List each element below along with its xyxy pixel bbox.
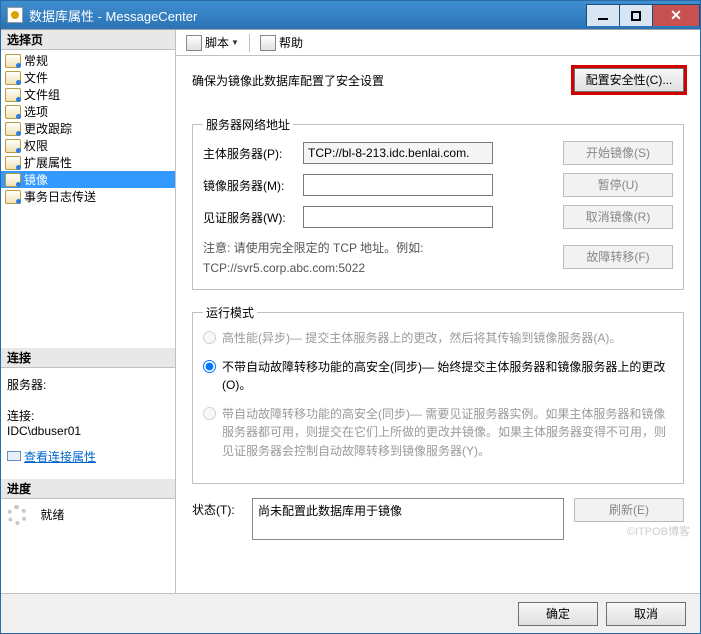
page-label: 文件组	[24, 86, 60, 103]
content: 脚本▼ 帮助 确保为镜像此数据库配置了安全设置 配置安全性(C)... 服务器网…	[176, 30, 700, 593]
start-mirroring-button: 开始镜像(S)	[563, 141, 673, 165]
app-icon	[7, 7, 23, 23]
progress-block: 就绪	[1, 499, 175, 531]
status-value: 尚未配置此数据库用于镜像	[258, 504, 402, 518]
witness-input[interactable]	[303, 206, 493, 228]
mode-high-performance-radio	[203, 331, 216, 344]
page-label: 选项	[24, 103, 48, 120]
ok-button[interactable]: 确定	[518, 602, 598, 626]
page-icon	[5, 71, 21, 85]
page-item-extendedprops[interactable]: 扩展属性	[1, 154, 175, 171]
view-connection-link[interactable]: 查看连接属性	[7, 448, 169, 465]
page-item-filegroups[interactable]: 文件组	[1, 86, 175, 103]
page-label: 扩展属性	[24, 154, 72, 171]
link-icon	[7, 451, 21, 461]
conn-value: IDC\dbuser01	[7, 424, 169, 438]
page-item-permissions[interactable]: 权限	[1, 137, 175, 154]
dropdown-arrow-icon: ▼	[231, 38, 239, 47]
page-icon	[5, 105, 21, 119]
dialog-window: 数据库属性 - MessageCenter ✕ 选择页 常规 文件 文件组 选项…	[0, 0, 701, 634]
help-icon	[260, 35, 276, 51]
page-label: 更改跟踪	[24, 120, 72, 137]
page-icon	[5, 88, 21, 102]
mirror-label: 镜像服务器(M):	[203, 177, 303, 194]
page-label: 事务日志传送	[24, 188, 96, 205]
conn-label: 连接:	[7, 403, 169, 424]
status-box: 尚未配置此数据库用于镜像	[252, 498, 564, 540]
page-item-logshipping[interactable]: 事务日志传送	[1, 188, 175, 205]
mode-high-performance: 高性能(异步)— 提交主体服务器上的更改，然后将其传输到镜像服务器(A)。	[203, 329, 673, 348]
failover-button: 故障转移(F)	[563, 245, 673, 269]
sidebar: 选择页 常规 文件 文件组 选项 更改跟踪 权限 扩展属性 镜像 事务日志传送 …	[1, 30, 176, 593]
server-network-address-legend: 服务器网络地址	[203, 116, 293, 133]
connection-block: 服务器: 连接: IDC\dbuser01 查看连接属性	[1, 368, 175, 469]
mode-high-safety-auto-failover: 带自动故障转移功能的高安全(同步)— 需要见证服务器实例。如果主体服务器和镜像服…	[203, 405, 673, 461]
page-item-changetracking[interactable]: 更改跟踪	[1, 120, 175, 137]
progress-header: 进度	[1, 479, 175, 499]
operating-mode-legend: 运行模式	[203, 304, 257, 321]
window-title: 数据库属性 - MessageCenter	[29, 6, 197, 25]
mode-high-safety-no-failover-label: 不带自动故障转移功能的高安全(同步)— 始终提交主体服务器和镜像服务器上的更改(…	[222, 358, 673, 395]
mode-high-safety-auto-failover-radio	[203, 407, 216, 420]
separator	[249, 34, 250, 52]
bottom-button-bar: 确定 取消	[1, 593, 700, 633]
page-item-options[interactable]: 选项	[1, 103, 175, 120]
cancel-button[interactable]: 取消	[606, 602, 686, 626]
page-label: 权限	[24, 137, 48, 154]
script-label: 脚本	[205, 34, 229, 51]
principal-input[interactable]	[303, 142, 493, 164]
page-item-files[interactable]: 文件	[1, 69, 175, 86]
close-button[interactable]: ✕	[652, 4, 700, 26]
view-connection-label: 查看连接属性	[24, 448, 96, 465]
page-item-general[interactable]: 常规	[1, 52, 175, 69]
maximize-button[interactable]	[619, 4, 653, 26]
minimize-button[interactable]	[586, 4, 620, 26]
main-panel: 确保为镜像此数据库配置了安全设置 配置安全性(C)... 服务器网络地址 主体服…	[176, 56, 700, 593]
status-row: 状态(T): 尚未配置此数据库用于镜像 刷新(E)	[192, 498, 684, 540]
mode-high-safety-no-failover-radio[interactable]	[203, 360, 216, 373]
toolbar: 脚本▼ 帮助	[176, 30, 700, 56]
page-icon	[5, 190, 21, 204]
mode-high-safety-no-failover[interactable]: 不带自动故障转移功能的高安全(同步)— 始终提交主体服务器和镜像服务器上的更改(…	[203, 358, 673, 395]
mirror-input[interactable]	[303, 174, 493, 196]
page-icon	[5, 122, 21, 136]
page-icon	[5, 54, 21, 68]
status-label: 状态(T):	[192, 498, 252, 518]
refresh-button: 刷新(E)	[574, 498, 684, 522]
witness-label: 见证服务器(W):	[203, 209, 303, 226]
configure-security-button[interactable]: 配置安全性(C)...	[574, 68, 684, 92]
page-icon	[5, 156, 21, 170]
page-label: 常规	[24, 52, 48, 69]
server-network-address-group: 服务器网络地址 主体服务器(P): 开始镜像(S) 镜像服务器(M): 暂停(U…	[192, 116, 684, 290]
page-item-mirroring[interactable]: 镜像	[1, 171, 175, 188]
server-label: 服务器:	[7, 372, 169, 393]
note-line2: TCP://svr5.corp.abc.com:5022	[203, 259, 563, 277]
page-label: 镜像	[24, 171, 48, 188]
mode-high-performance-label: 高性能(异步)— 提交主体服务器上的更改，然后将其传输到镜像服务器(A)。	[222, 329, 621, 348]
page-icon	[5, 173, 21, 187]
page-tree: 常规 文件 文件组 选项 更改跟踪 权限 扩展属性 镜像 事务日志传送	[1, 50, 175, 207]
remove-mirroring-button: 取消镜像(R)	[563, 205, 673, 229]
help-button[interactable]: 帮助	[256, 33, 307, 53]
select-page-header: 选择页	[1, 30, 175, 50]
note-line1: 注意: 请使用完全限定的 TCP 地址。例如:	[203, 239, 563, 257]
script-icon	[186, 35, 202, 51]
progress-status: 就绪	[30, 506, 64, 523]
titlebar[interactable]: 数据库属性 - MessageCenter ✕	[1, 1, 700, 29]
page-label: 文件	[24, 69, 48, 86]
script-button[interactable]: 脚本▼	[182, 33, 243, 53]
help-label: 帮助	[279, 34, 303, 51]
spinner-icon	[7, 505, 27, 525]
principal-label: 主体服务器(P):	[203, 145, 303, 162]
operating-mode-group: 运行模式 高性能(异步)— 提交主体服务器上的更改，然后将其传输到镜像服务器(A…	[192, 304, 684, 484]
pause-button: 暂停(U)	[563, 173, 673, 197]
mode-high-safety-auto-failover-label: 带自动故障转移功能的高安全(同步)— 需要见证服务器实例。如果主体服务器和镜像服…	[222, 405, 673, 461]
page-icon	[5, 139, 21, 153]
ensure-security-text: 确保为镜像此数据库配置了安全设置	[192, 72, 574, 89]
connection-header: 连接	[1, 348, 175, 368]
